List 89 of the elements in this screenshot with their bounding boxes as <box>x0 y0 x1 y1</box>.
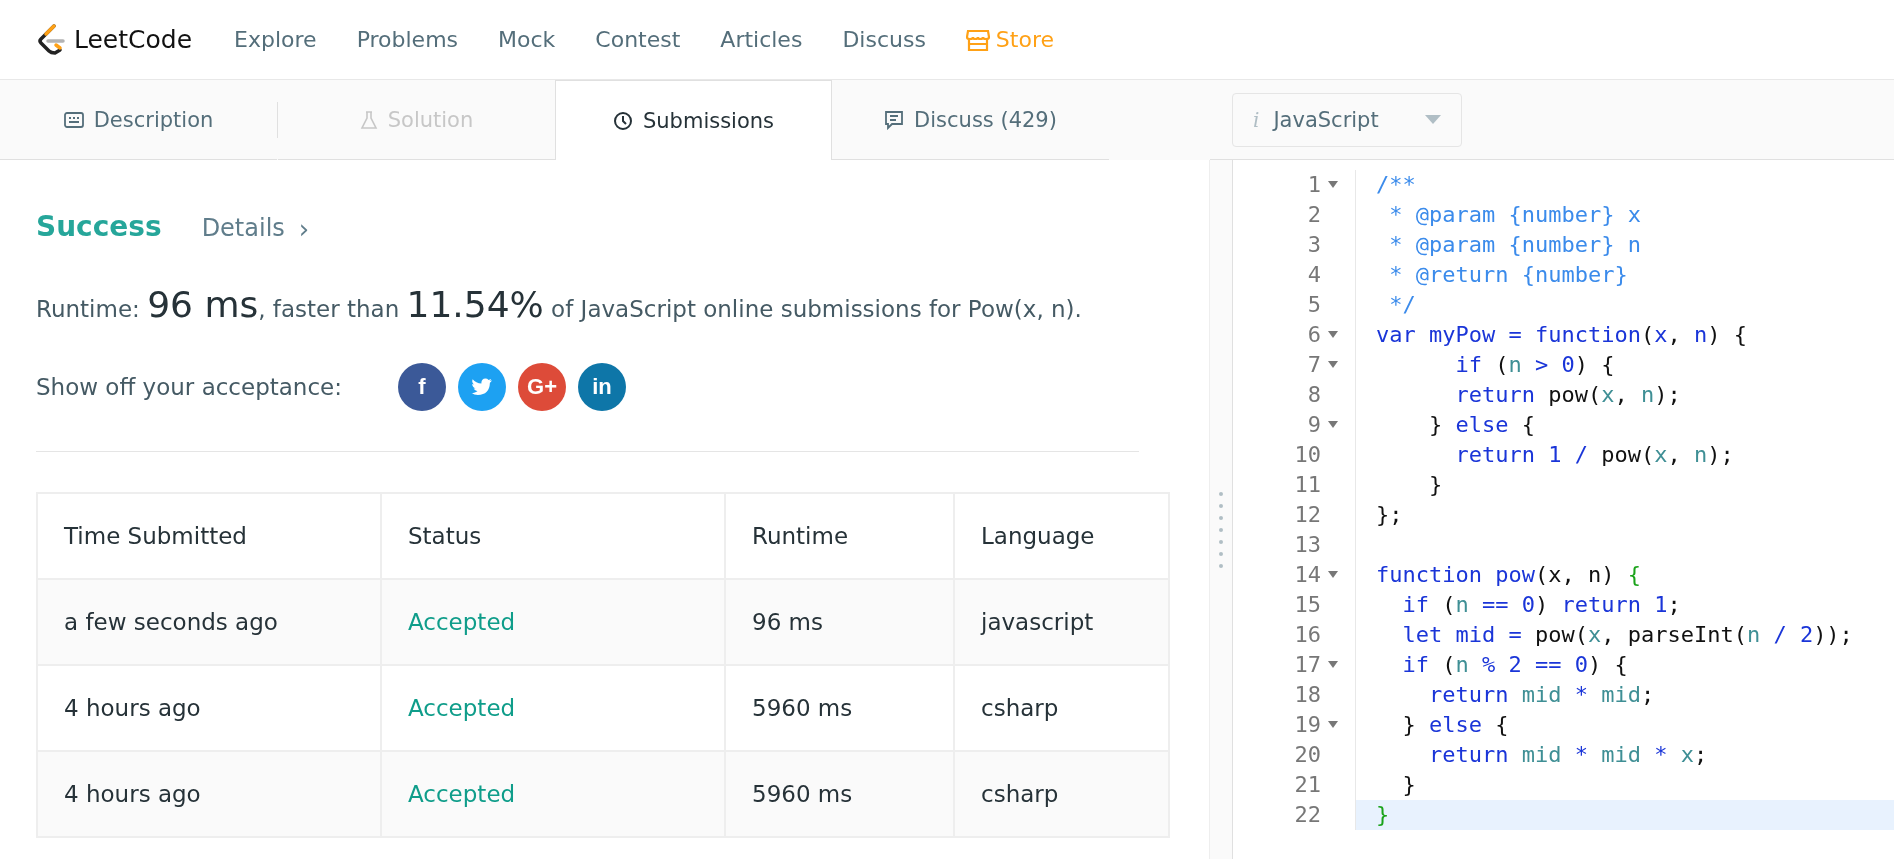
code-line: * @return {number} <box>1388 262 1628 287</box>
line-number: 1 <box>1307 171 1321 199</box>
flask-icon <box>359 109 378 130</box>
language-select[interactable]: i JavaScript <box>1232 92 1462 147</box>
tab[interactable]: Description <box>0 80 277 160</box>
fold-icon[interactable] <box>1328 181 1338 189</box>
nav-link[interactable]: Discuss <box>822 27 946 52</box>
share-button[interactable] <box>458 363 506 411</box>
table-cell: 96 ms <box>725 579 954 665</box>
code-line: } else { <box>1401 712 1509 737</box>
table-cell: javascript <box>954 579 1169 665</box>
line-number: 17 <box>1294 651 1321 679</box>
code-line: */ <box>1388 292 1416 317</box>
nav-link[interactable]: Mock <box>478 27 576 52</box>
line-number: 13 <box>1294 531 1321 559</box>
line-number: 5 <box>1307 291 1321 319</box>
line-number: 16 <box>1294 621 1321 649</box>
nav-link[interactable]: Articles <box>700 27 823 52</box>
column-header: Time Submitted <box>37 493 381 579</box>
table-cell: a few seconds ago <box>37 579 381 665</box>
line-number: 20 <box>1294 741 1321 769</box>
line-number: 7 <box>1307 351 1321 379</box>
share-button[interactable]: f <box>398 363 446 411</box>
table-cell: 5960 ms <box>725 751 954 837</box>
line-number: 11 <box>1294 471 1321 499</box>
status-link[interactable]: Accepted <box>381 751 725 837</box>
nav-link[interactable]: Contest <box>575 27 701 52</box>
fold-icon[interactable] <box>1328 421 1338 429</box>
caret-icon <box>1425 114 1441 125</box>
fold-icon[interactable] <box>1328 661 1338 669</box>
clock-icon <box>612 110 633 131</box>
code-line: }; <box>1376 502 1403 527</box>
code-line: if (n == 0) return 1; <box>1401 592 1681 617</box>
tab[interactable]: Discuss (429) <box>832 80 1109 160</box>
code-line: return mid * mid * x; <box>1427 742 1708 767</box>
code-line: * @param {number} x <box>1388 202 1641 227</box>
store-icon <box>965 28 990 51</box>
code-line: if (n % 2 == 0) { <box>1401 652 1628 677</box>
line-number: 19 <box>1294 711 1321 739</box>
code-line: } else { <box>1427 412 1535 437</box>
code-line: if (n > 0) { <box>1454 352 1615 377</box>
line-number: 10 <box>1294 441 1321 469</box>
code-line: /** <box>1376 172 1416 197</box>
code-line: * @param {number} n <box>1388 232 1641 257</box>
code-line: function pow(x, n) { <box>1376 562 1641 587</box>
code-line: let mid = pow(x, parseInt(n / 2)); <box>1401 622 1853 647</box>
table-cell: 4 hours ago <box>37 751 381 837</box>
status-label: Success <box>36 210 162 243</box>
details-link[interactable]: Details › <box>201 214 310 244</box>
nav-link[interactable]: Problems <box>336 27 479 52</box>
bird-icon <box>471 378 493 396</box>
code-line: } <box>1401 772 1416 797</box>
code-line: return mid * mid; <box>1427 682 1655 707</box>
share-button[interactable]: G+ <box>518 363 566 411</box>
line-number: 8 <box>1307 381 1321 409</box>
code-line: return 1 / pow(x, n); <box>1454 442 1734 467</box>
code-editor[interactable] <box>1232 160 1894 859</box>
line-number: 18 <box>1294 681 1321 709</box>
line-number: 2 <box>1307 201 1321 229</box>
share-label: Show off your acceptance: <box>36 374 342 400</box>
runtime-summary: Runtime: 96 ms, faster than 11.54% of JavaScript online submissions for Pow(x, n). <box>36 284 1083 325</box>
code-line: var myPow = function(x, n) { <box>1376 322 1747 347</box>
tab[interactable]: Submissions <box>555 80 832 160</box>
fold-icon[interactable] <box>1328 721 1338 729</box>
share-button[interactable]: in <box>578 363 626 411</box>
line-number: 14 <box>1294 561 1321 589</box>
line-number: 22 <box>1294 801 1321 829</box>
code-line: return pow(x, n); <box>1454 382 1681 407</box>
code-line: } <box>1376 802 1390 827</box>
fold-icon[interactable] <box>1328 331 1338 339</box>
status-link[interactable]: Accepted <box>381 579 725 665</box>
line-number: 6 <box>1307 321 1321 349</box>
line-number: 21 <box>1294 771 1321 799</box>
line-number: 12 <box>1294 501 1321 529</box>
drag-handle-icon[interactable] <box>1218 489 1224 570</box>
nav-link[interactable]: Explore <box>214 27 337 52</box>
column-header: Status <box>381 493 725 579</box>
line-number: 3 <box>1307 231 1321 259</box>
line-number: 15 <box>1294 591 1321 619</box>
comment-icon <box>884 109 905 130</box>
brand-name[interactable]: LeetCode <box>74 25 193 54</box>
line-number: 4 <box>1307 261 1321 289</box>
fold-icon[interactable] <box>1328 571 1338 579</box>
line-number: 9 <box>1307 411 1321 439</box>
document-icon <box>63 111 84 128</box>
code-line: } <box>1427 472 1443 497</box>
table-cell: csharp <box>954 751 1169 837</box>
logo-icon[interactable] <box>36 22 66 57</box>
fold-icon[interactable] <box>1328 361 1338 369</box>
